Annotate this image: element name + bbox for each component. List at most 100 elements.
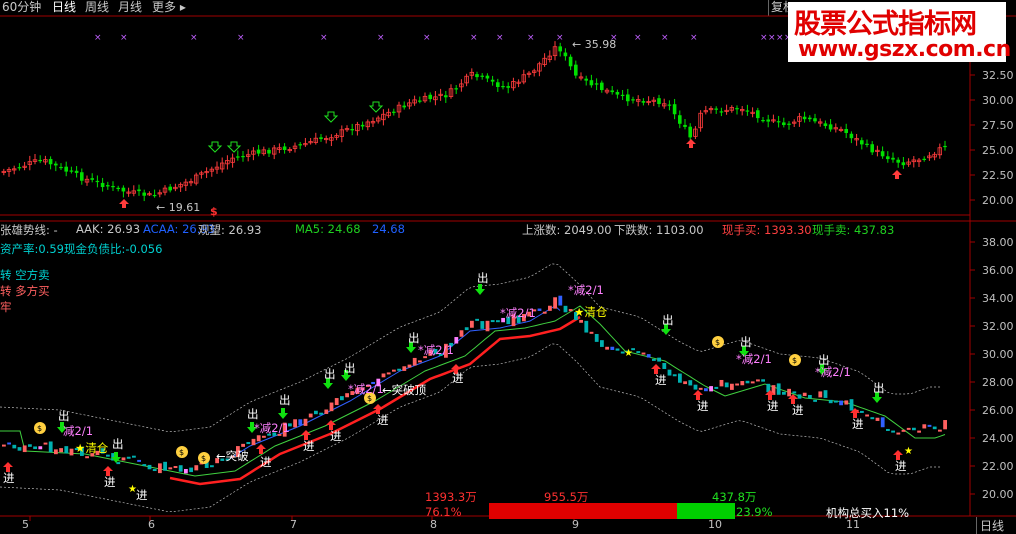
purple-marker: × <box>634 33 642 43</box>
candle-body <box>615 91 620 95</box>
ma-line-green <box>0 305 946 477</box>
ind-bar <box>901 429 906 432</box>
ind-bar <box>787 388 791 397</box>
ind-bar <box>683 381 687 385</box>
ind-tick: 22.00 <box>982 460 1014 473</box>
candle-body <box>444 95 448 98</box>
signal-in: 进 <box>767 399 779 413</box>
signal-reduce: *减2/1 <box>418 343 454 357</box>
star-icon: ★ <box>624 348 633 359</box>
ind-tick: 36.00 <box>982 264 1014 277</box>
candle-body <box>610 90 614 93</box>
candle-body <box>267 149 271 154</box>
ind-bar <box>605 346 609 350</box>
x-tick: 10 <box>708 518 722 531</box>
candle-body <box>501 86 505 88</box>
ind-bar <box>168 467 173 470</box>
ind-bar <box>927 424 932 427</box>
ind-bar <box>189 467 193 473</box>
candle-body <box>880 151 885 157</box>
ind-bar <box>849 399 854 411</box>
ind-bar <box>308 413 313 418</box>
ind-bar <box>392 369 396 372</box>
buy-arrow-icon <box>686 139 696 148</box>
signal-in: 进 <box>452 371 464 385</box>
purple-marker: × <box>768 33 776 43</box>
signal-in: 进 <box>792 403 804 417</box>
ind-bar <box>459 330 464 337</box>
candle-body <box>787 123 791 125</box>
price-tick: 32.50 <box>982 69 1014 82</box>
candle-body <box>672 104 677 115</box>
ind-bar <box>38 446 43 450</box>
purple-marker: × <box>423 33 431 43</box>
x-tick: 11 <box>846 518 860 531</box>
signal-out: 出 <box>58 409 70 423</box>
candle-body <box>761 120 765 122</box>
candle-body <box>236 156 240 158</box>
candle-body <box>506 86 510 88</box>
signal-in: 进 <box>260 455 272 469</box>
ind-bar <box>636 351 641 354</box>
ind-bar <box>116 462 121 465</box>
candle-body <box>641 101 646 103</box>
ind-bar <box>719 379 724 387</box>
ind-bar <box>906 427 911 430</box>
sell-volume: 现手卖: 437.83 <box>812 223 895 237</box>
ind-bar <box>418 360 422 363</box>
ind-bar <box>402 366 407 371</box>
price-tick: 22.50 <box>982 169 1014 182</box>
candle-body <box>719 111 724 113</box>
candle-body <box>90 178 94 180</box>
candle-body <box>620 94 625 97</box>
candle-body <box>17 167 22 169</box>
signal-out: 出 <box>477 271 489 285</box>
ind-bar <box>407 364 412 368</box>
candle-body <box>626 94 630 102</box>
signal-in: 进 <box>377 413 389 427</box>
purple-marker: × <box>661 33 669 43</box>
candle-body <box>428 94 432 100</box>
candle-body <box>116 187 120 190</box>
signal-reduce: 减2/1 <box>63 424 94 438</box>
ind-bar <box>397 368 401 371</box>
kline-chart[interactable]: ××××××××××××××××××××$$$$$$$★★★ <box>0 0 1016 532</box>
ind-bar <box>776 383 781 395</box>
ind-bar <box>834 400 838 403</box>
ind-bar <box>860 410 864 413</box>
ma5-readout: MA5: 24.68 <box>295 222 361 236</box>
signal-out: 出 <box>344 361 356 375</box>
signal-out: 出 <box>873 381 885 395</box>
ind-bar <box>43 442 48 445</box>
candle-body <box>886 156 890 160</box>
ind-tick: 20.00 <box>982 488 1014 501</box>
candle-body <box>756 110 760 119</box>
ind-bar <box>730 383 734 390</box>
ind-bar <box>381 373 386 378</box>
ind-bar <box>147 464 152 470</box>
watermark-url: www.gszx.com.cn <box>798 37 1011 62</box>
purple-marker: × <box>94 33 102 43</box>
price-tick: 25.00 <box>982 144 1014 157</box>
purple-marker: × <box>320 33 328 43</box>
candle-body <box>59 166 63 169</box>
candle-body <box>802 116 807 120</box>
purple-marker: × <box>496 33 504 43</box>
candle-body <box>808 117 812 120</box>
ind-bar <box>22 445 27 453</box>
ind-bar <box>735 383 739 386</box>
price-tick: 27.50 <box>982 119 1014 132</box>
ind-tick: 24.00 <box>982 432 1014 445</box>
period-label[interactable]: 日线 <box>976 517 1004 534</box>
candle-body <box>241 156 245 158</box>
ind-bar <box>2 444 6 447</box>
ind-bar <box>163 461 167 471</box>
candle-body <box>256 149 261 154</box>
signal-in: 进 <box>655 373 667 387</box>
legend-firm: 牢 <box>0 300 12 314</box>
candle-body <box>678 115 682 124</box>
candle-body <box>896 159 900 163</box>
ind-tick: 26.00 <box>982 404 1014 417</box>
institution-buy: 机构总买入11% <box>826 506 910 520</box>
candle-body <box>48 158 53 165</box>
